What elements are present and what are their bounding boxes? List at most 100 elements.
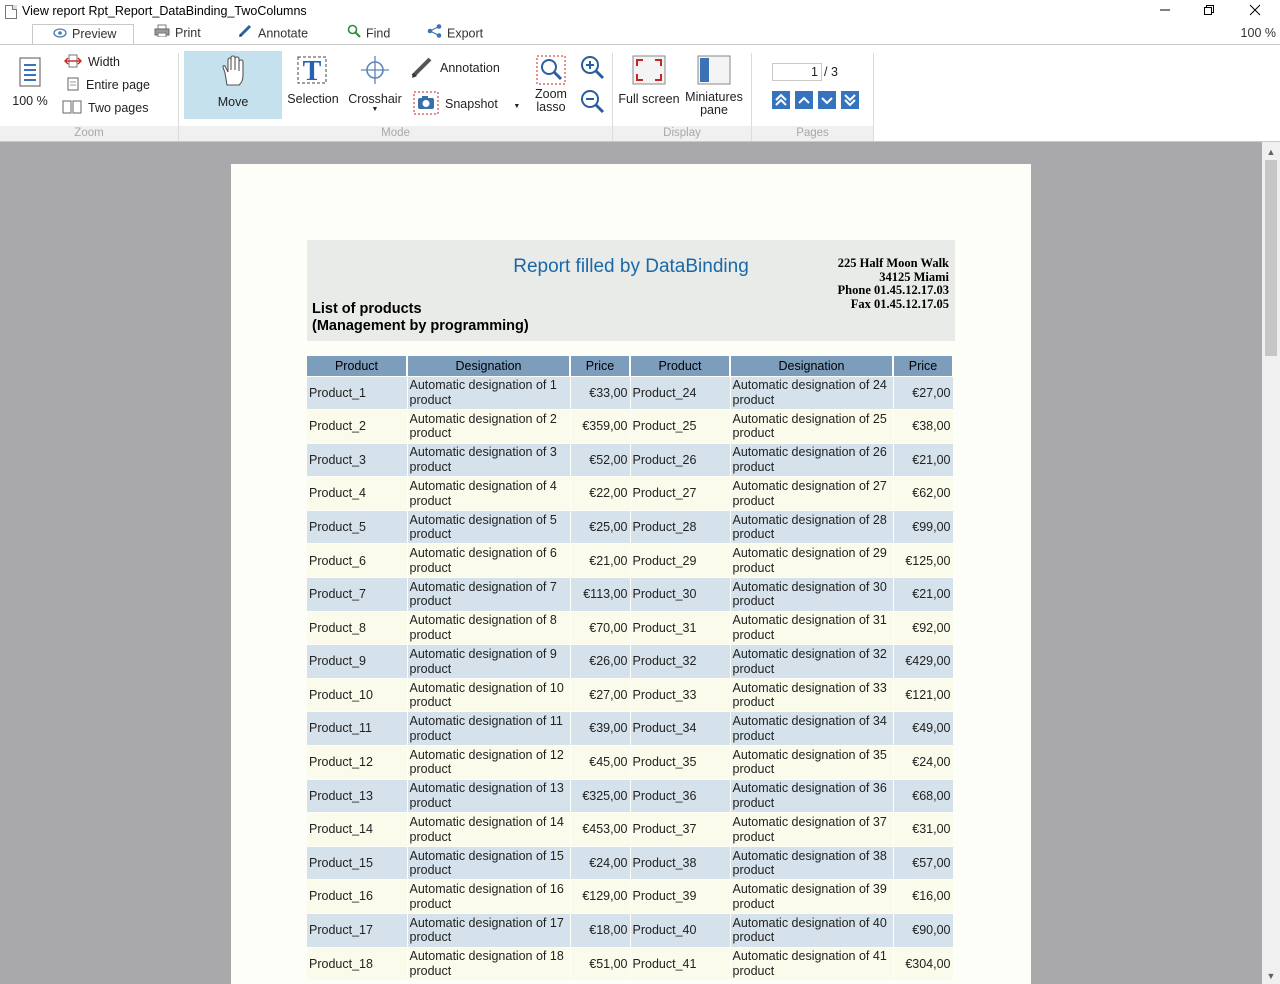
move-button[interactable]: Move [184, 51, 282, 119]
price-cell: €359,00 [570, 409, 631, 444]
designation-cell: Automatic designation of 16 product [407, 879, 571, 914]
window-title: View report Rpt_Report_DataBinding_TwoCo… [22, 4, 307, 18]
printer-icon [154, 24, 170, 43]
previous-page-button[interactable] [795, 91, 813, 109]
tab-annotate[interactable]: Annotate [238, 24, 308, 44]
designation-cell: Automatic designation of 33 product [730, 678, 894, 713]
price-cell: €304,00 [893, 947, 954, 982]
price-cell: €113,00 [570, 577, 631, 612]
designation-cell: Automatic designation of 7 product [407, 577, 571, 612]
designation-cell: Automatic designation of 29 product [730, 543, 894, 579]
designation-cell: Automatic designation of 40 product [730, 913, 894, 948]
miniatures-pane-button[interactable]: Miniatures pane [683, 55, 745, 119]
crosshair-button[interactable]: Crosshair ▼ [344, 55, 406, 119]
zoom-entire-page-button[interactable]: Entire page [66, 77, 150, 94]
full-screen-icon [632, 55, 666, 85]
scroll-thumb[interactable] [1265, 160, 1277, 356]
tab-print[interactable]: Print [154, 24, 201, 44]
double-chevron-up-icon [775, 93, 787, 106]
product-cell: Product_24 [630, 376, 731, 411]
restore-button[interactable] [1186, 0, 1232, 24]
first-page-button[interactable] [772, 91, 790, 109]
last-page-button[interactable] [841, 91, 859, 109]
pencil-icon [238, 24, 253, 44]
product-cell: Product_9 [307, 644, 408, 679]
price-cell: €429,00 [893, 644, 954, 679]
designation-cell: Automatic designation of 15 product [407, 846, 571, 881]
page-zoom-icon [19, 57, 41, 87]
tab-preview[interactable]: Preview [32, 24, 134, 45]
table-row: Product_2 Automatic designation of 2 prod… [307, 409, 954, 444]
price-cell: €24,00 [893, 745, 954, 780]
ribbon: 100 % Width Entire page Two pages Zoom M… [0, 44, 1280, 142]
scroll-down-icon[interactable]: ▼ [1262, 968, 1280, 984]
close-icon [1249, 4, 1261, 16]
designation-cell: Automatic designation of 27 product [730, 476, 894, 511]
zoom-out-button[interactable] [578, 88, 606, 116]
annotation-button[interactable]: Annotation [410, 55, 500, 82]
company-address: 225 Half Moon Walk 34125 Miami Phone 01.… [837, 256, 949, 311]
price-cell: €52,00 [570, 443, 631, 478]
table-row: Product_9 Automatic designation of 9 prod… [307, 644, 954, 679]
product-cell: Product_16 [307, 879, 408, 914]
price-cell: €22,00 [570, 476, 631, 511]
zoom-width-button[interactable]: Width [64, 54, 120, 71]
tab-find[interactable]: Find [347, 24, 390, 44]
table-row: Product_7 Automatic designation of 7 prod… [307, 577, 954, 612]
double-chevron-down-icon [844, 94, 856, 107]
full-screen-button[interactable]: Full screen [617, 55, 681, 115]
designation-cell: Automatic designation of 5 product [407, 510, 571, 545]
price-cell: €121,00 [893, 678, 954, 713]
pages-group-label: Pages [752, 126, 873, 141]
snapshot-button[interactable]: Snapshot ▼ [413, 91, 520, 118]
product-cell: Product_12 [307, 745, 408, 780]
designation-cell: Automatic designation of 3 product [407, 443, 571, 478]
designation-cell: Automatic designation of 24 product [730, 376, 894, 411]
product-cell: Product_32 [630, 644, 731, 679]
zoom-in-button[interactable] [578, 54, 606, 82]
document-icon [5, 5, 17, 19]
display-group-label: Display [613, 126, 751, 141]
zoom-in-icon [581, 56, 605, 80]
crosshair-dropdown-icon[interactable]: ▼ [344, 106, 406, 114]
table-row: Product_14 Automatic designation of 14 pr… [307, 812, 954, 847]
product-cell: Product_7 [307, 577, 408, 612]
table-row: Product_4 Automatic designation of 4 prod… [307, 476, 954, 511]
table-row: Product_15 Automatic designation of 15 pr… [307, 846, 954, 881]
price-cell: €62,00 [893, 476, 954, 511]
tab-export[interactable]: Export [427, 24, 483, 44]
designation-cell: Automatic designation of 36 product [730, 779, 894, 814]
designation-cell: Automatic designation of 4 product [407, 476, 571, 511]
designation-cell: Automatic designation of 10 product [407, 678, 571, 713]
page-number-input[interactable]: 1 [772, 63, 822, 81]
column-header: Product [630, 356, 731, 377]
vertical-scrollbar[interactable]: ▲ ▼ [1262, 142, 1280, 984]
product-cell: Product_27 [630, 476, 731, 511]
product-cell: Product_15 [307, 846, 408, 881]
close-button[interactable] [1232, 0, 1278, 24]
minimize-button[interactable] [1142, 0, 1188, 24]
zoom-lasso-button[interactable]: Zoom lasso [529, 55, 573, 119]
table-row: Product_12 Automatic designation of 12 pr… [307, 745, 954, 780]
mode-group-label: Mode [179, 126, 612, 141]
scroll-up-icon[interactable]: ▲ [1262, 144, 1280, 160]
designation-cell: Automatic designation of 2 product [407, 409, 571, 444]
price-cell: €45,00 [570, 745, 631, 780]
pen-icon [410, 55, 434, 82]
price-cell: €26,00 [570, 644, 631, 679]
column-header: Price [893, 356, 954, 377]
snapshot-dropdown-icon[interactable]: ▼ [513, 103, 520, 110]
next-page-button[interactable] [818, 91, 836, 109]
page-icon [66, 77, 80, 94]
selection-button[interactable]: T Selection [283, 55, 343, 115]
report-viewer[interactable]: Report filled by DataBinding 225 Half Mo… [0, 142, 1262, 984]
table-row: Product_17 Automatic designation of 17 pr… [307, 913, 954, 948]
designation-cell: Automatic designation of 17 product [407, 913, 571, 948]
designation-cell: Automatic designation of 35 product [730, 745, 894, 780]
zoom-100-button[interactable]: 100 % [8, 57, 52, 111]
table-row: Product_18 Automatic designation of 18 pr… [307, 947, 954, 982]
designation-cell: Automatic designation of 1 product [407, 376, 571, 411]
zoom-group-label: Zoom [0, 126, 178, 141]
zoom-two-pages-button[interactable]: Two pages [62, 100, 148, 117]
product-cell: Product_8 [307, 611, 408, 646]
